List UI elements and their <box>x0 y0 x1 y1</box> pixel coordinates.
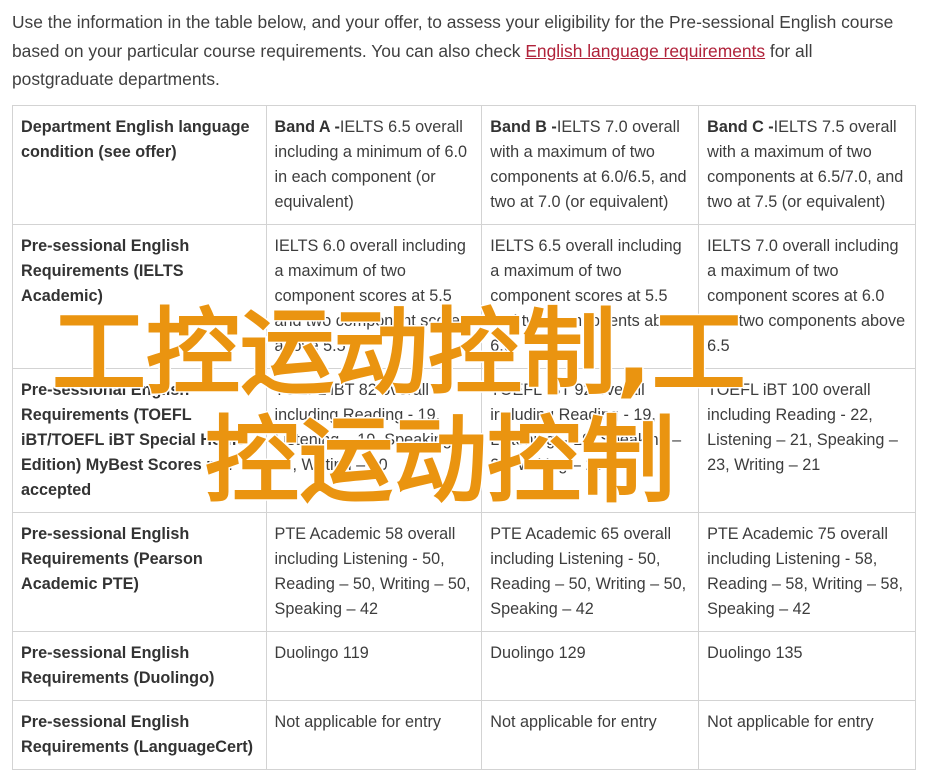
table-row-pte: Pre-sessional English Requirements (Pear… <box>12 512 916 632</box>
cell-ielts-band-a: IELTS 6.0 overall including a maximum of… <box>265 224 483 369</box>
cell-ielts-band-b: IELTS 6.5 overall including a maximum of… <box>481 224 700 369</box>
row-label-pte: Pre-sessional English Requirements (Pear… <box>12 512 267 632</box>
header-label-cell: Department English language condition (s… <box>12 105 267 225</box>
row-label-languagecert: Pre-sessional English Requirements (Lang… <box>12 700 267 770</box>
band-b-cell: Band B -IELTS 7.0 overall with a maximum… <box>481 105 700 225</box>
cell-duolingo-band-b: Duolingo 129 <box>481 631 700 701</box>
cell-pte-band-b: PTE Academic 65 overall including Listen… <box>481 512 700 632</box>
intro-paragraph: Use the information in the table below, … <box>12 8 917 94</box>
table-row-toefl: Pre-sessional English Requirements (TOEF… <box>12 368 916 513</box>
band-a-cell: Band A -IELTS 6.5 overall including a mi… <box>265 105 483 225</box>
requirements-table: Department English language condition (s… <box>12 105 916 770</box>
cell-ielts-band-c: IELTS 7.0 overall including a maximum of… <box>698 224 916 369</box>
band-c-name: Band C - <box>707 118 774 136</box>
cell-languagecert-band-a: Not applicable for entry <box>265 700 483 770</box>
cell-toefl-band-c: TOEFL iBT 100 overall including Reading … <box>698 368 916 513</box>
band-c-cell: Band C -IELTS 7.5 overall with a maximum… <box>698 105 916 225</box>
cell-toefl-band-b: TOEFL iBT 92 overall including Reading -… <box>481 368 700 513</box>
table-row-duolingo: Pre-sessional English Requirements (Duol… <box>12 631 916 701</box>
cell-languagecert-band-b: Not applicable for entry <box>481 700 700 770</box>
cell-pte-band-a: PTE Academic 58 overall including Listen… <box>265 512 483 632</box>
row-label-duolingo: Pre-sessional English Requirements (Duol… <box>12 631 267 701</box>
band-b-name: Band B - <box>490 118 557 136</box>
cell-duolingo-band-c: Duolingo 135 <box>698 631 916 701</box>
cell-toefl-band-a: TOEFL iBT 82 overall including Reading -… <box>265 368 483 513</box>
cell-duolingo-band-a: Duolingo 119 <box>265 631 483 701</box>
row-label-ielts: Pre-sessional English Requirements (IELT… <box>12 224 267 369</box>
table-row-ielts: Pre-sessional English Requirements (IELT… <box>12 224 916 369</box>
table-row-languagecert: Pre-sessional English Requirements (Lang… <box>12 700 916 770</box>
cell-languagecert-band-c: Not applicable for entry <box>698 700 916 770</box>
cell-pte-band-c: PTE Academic 75 overall including Listen… <box>698 512 916 632</box>
english-language-requirements-link[interactable]: English language requirements <box>525 41 765 61</box>
row-label-toefl: Pre-sessional English Requirements (TOEF… <box>12 368 267 513</box>
band-a-name: Band A - <box>274 118 340 136</box>
table-header-row: Department English language condition (s… <box>12 105 916 225</box>
